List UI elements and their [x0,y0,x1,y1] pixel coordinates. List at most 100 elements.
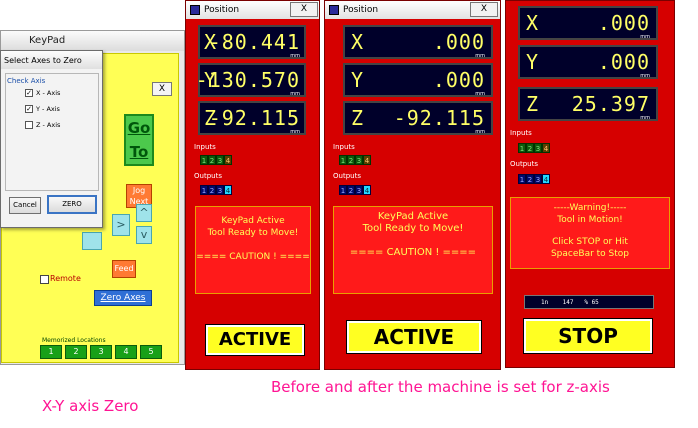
input-indicator: 1 [518,143,526,153]
message-line [196,239,310,251]
message-line: ==== CAUTION ! ==== [349,247,477,258]
y-axis-checkbox[interactable]: ✓ [25,105,33,113]
axis-unit: mm [290,53,300,59]
position-window-3: X .000 mm Y .000 mm Z 25.397 mm Inputs 1… [505,0,675,368]
status-message-panel: KeyPad Active Tool Ready to Move! ==== C… [195,206,311,294]
axis-unit: mm [640,34,650,40]
x-axis-display: X -80.441 mm [198,25,306,59]
input-indicator: 4 [542,143,550,153]
keypad-titlebar: KeyPad [1,31,184,51]
axis-value: 25.397 [571,92,650,116]
z-axis-checkbox[interactable] [25,121,33,129]
memorized-location-button[interactable]: 5 [140,345,162,359]
keypad-close-button[interactable]: X [152,82,172,96]
remote-checkbox[interactable] [40,275,49,284]
stop-button[interactable]: STOP [523,318,653,354]
z-axis-display: Z 25.397 mm [518,87,658,121]
axis-unit: mm [475,53,485,59]
message-line: ==== CAUTION ! ==== [196,252,310,262]
axis-letter: X [526,11,539,35]
y-axis-display: Y .000 mm [518,45,658,79]
message-line [511,226,669,236]
message-line: SpaceBar to Stop [550,249,630,259]
axis-unit: mm [640,73,650,79]
message-line: Tool Ready to Move! [362,223,464,234]
x-axis-checkbox[interactable]: ✓ [25,89,33,97]
message-line: KeyPad Active [221,216,285,226]
app-icon [329,5,339,15]
axis-letter: Z [351,106,364,130]
axis-letter: Z [526,92,539,116]
message-line: Click STOP or Hit [552,237,628,247]
input-indicator: 3 [534,143,542,153]
input-indicator: 4 [224,155,232,165]
select-axes-dialog: Select Axes to Zero Check Axis ✓ X - Axi… [0,50,103,228]
message-line: Tool in Motion! [557,215,623,225]
input-indicator: 1 [200,155,208,165]
axis-unit: mm [290,129,300,135]
active-status-button[interactable]: ACTIVE [205,324,305,356]
position-window-1: Position X X -80.441 mm Y -130.570 mm Z … [185,0,320,370]
jog-right-button[interactable]: > [112,214,130,236]
axis-value: .000 [432,68,485,92]
zero-button[interactable]: ZERO [47,195,97,214]
close-button[interactable]: X [290,2,318,17]
memorized-location-button[interactable]: 1 [40,345,62,359]
axis-letter: Y [526,50,539,74]
input-indicator: 3 [355,155,363,165]
feed-button[interactable]: Feed [112,260,136,278]
axis-value: .000 [597,11,650,35]
inputs-label: Inputs [194,143,216,151]
zero-axes-button[interactable]: Zero Axes [94,290,152,306]
status-message-panel: KeyPad Active Tool Ready to Move! ==== C… [333,206,493,294]
check-axis-label: Check Axis [7,77,46,85]
remote-label: Remote [50,274,81,283]
message-line: Tool Ready to Move! [207,228,299,238]
close-button[interactable]: X [470,2,498,17]
axis-unit: mm [475,129,485,135]
axis-letter: Y [351,68,364,92]
input-indicator: 3 [216,155,224,165]
axis-unit: mm [640,115,650,121]
axis-value: -80.441 [208,30,300,54]
axis-unit: mm [290,91,300,97]
z-axis-label: Z - Axis [36,121,61,129]
x-axis-display: X .000 mm [518,6,658,40]
axis-letter: X [351,30,364,54]
jog-left-button[interactable] [82,232,102,250]
input-indicator: 4 [363,155,371,165]
output-indicator: 3 [216,185,224,195]
axis-value: -92.115 [393,106,485,130]
output-indicator: 3 [355,185,363,195]
output-indicator: 2 [347,185,355,195]
position-window-2: Position X X .000 mm Y .000 mm Z -92.115… [324,0,501,370]
z-axis-display: Z -92.115 mm [343,101,493,135]
warning-message-panel: -----Warning!----- Tool in Motion! Click… [510,197,670,269]
memorized-location-button[interactable]: 3 [90,345,112,359]
outputs-label: Outputs [510,160,538,168]
go-to-button[interactable]: Go To [124,114,154,166]
output-indicator: 2 [208,185,216,195]
cancel-button[interactable]: Cancel [9,197,41,214]
feed-status-line: 1n 147 % 65 [524,295,654,309]
output-indicator: 1 [339,185,347,195]
output-indicator: 1 [200,185,208,195]
inputs-label: Inputs [510,129,532,137]
input-indicator: 2 [526,143,534,153]
jog-down-button[interactable]: v [136,226,152,244]
x-axis-display: X .000 mm [343,25,493,59]
axis-unit: mm [475,91,485,97]
output-indicator: 1 [518,174,526,184]
y-axis-display: Y .000 mm [343,63,493,97]
inputs-label: Inputs [333,143,355,151]
memorized-location-button[interactable]: 2 [65,345,87,359]
memorized-location-button[interactable]: 4 [115,345,137,359]
caption-z-axis: Before and after the machine is set for … [271,378,610,396]
y-axis-display: Y -130.570 mm [196,63,306,97]
input-indicator: 2 [208,155,216,165]
jog-up-button[interactable]: ^ [136,204,152,222]
output-indicator: 3 [534,174,542,184]
active-status-button[interactable]: ACTIVE [346,320,482,354]
output-indicator: 4 [363,185,371,195]
z-axis-display: Z -92.115 mm [198,101,306,135]
